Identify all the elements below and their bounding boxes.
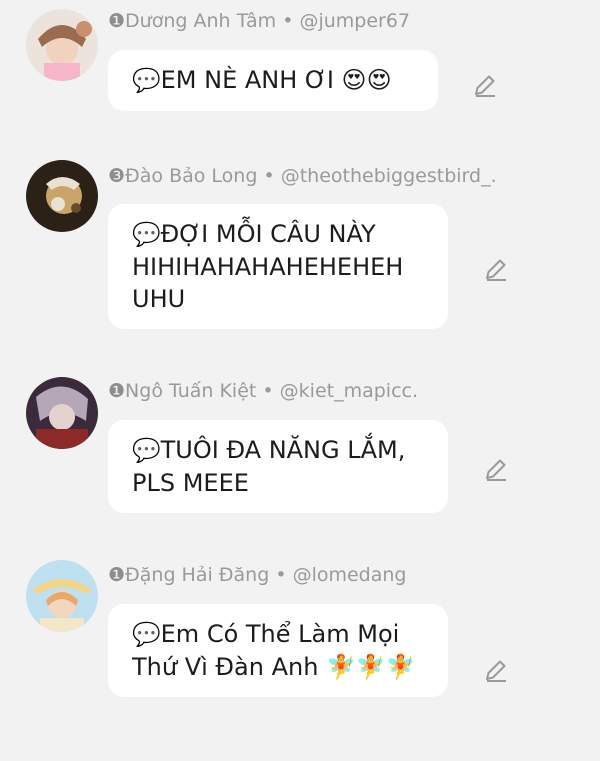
author-handle[interactable]: @lomedang	[293, 564, 407, 586]
avatar[interactable]	[26, 377, 98, 449]
meta-separator: •	[256, 380, 280, 402]
pencil-edit-icon[interactable]	[483, 256, 509, 282]
comment-bubble: 💬TUÔI ĐA NĂNG LẮM, PLS MEEE	[108, 420, 448, 513]
comment-text: EM NÈ ANH ƠI 😍😍	[160, 66, 392, 94]
comment-meta: ❶Đặng Hải Đăng • @lomedang	[108, 564, 407, 586]
speech-balloon-icon: 💬	[132, 438, 161, 464]
comment-text: TUÔI ĐA NĂNG LẮM, PLS MEEE	[132, 436, 406, 497]
avatar[interactable]	[26, 9, 98, 81]
avatar[interactable]	[26, 560, 98, 632]
author-name[interactable]: Đặng Hải Đăng	[125, 564, 269, 586]
comment-meta: ❸Đào Bảo Long • @theothebiggestbird_.	[108, 165, 497, 187]
comment-text: Em Có Thể Làm Mọi Thứ Vì Đàn Anh 🧚🧚🧚	[132, 620, 416, 681]
avatar[interactable]	[26, 160, 98, 232]
speech-balloon-icon: 💬	[132, 68, 161, 94]
comment-meta: ❶Ngô Tuấn Kiệt • @kiet_mapicc.	[108, 380, 418, 402]
author-handle[interactable]: @jumper67	[299, 10, 410, 32]
comment-bubble: 💬Em Có Thể Làm Mọi Thứ Vì Đàn Anh 🧚🧚🧚	[108, 604, 448, 697]
pencil-edit-icon[interactable]	[483, 657, 509, 683]
comment-meta: ❶Dương Anh Tâm • @jumper67	[108, 10, 410, 32]
rank-badge: ❶	[108, 564, 126, 586]
meta-separator: •	[269, 564, 293, 586]
speech-balloon-icon: 💬	[132, 622, 161, 648]
meta-separator: •	[276, 10, 300, 32]
pencil-edit-icon[interactable]	[472, 72, 498, 98]
author-name[interactable]: Đào Bảo Long	[125, 165, 257, 187]
rank-badge: ❶	[108, 380, 126, 402]
pencil-edit-icon[interactable]	[483, 456, 509, 482]
rank-badge: ❶	[108, 10, 126, 32]
author-name[interactable]: Dương Anh Tâm	[125, 10, 276, 32]
comment-text: ĐỢI MỖI CÂU NÀY HIHIHAHAHAHEHEHEH UHU	[132, 220, 404, 313]
comment-bubble: 💬ĐỢI MỖI CÂU NÀY HIHIHAHAHAHEHEHEH UHU	[108, 204, 448, 329]
meta-separator: •	[257, 165, 281, 187]
comment-bubble: 💬EM NÈ ANH ƠI 😍😍	[108, 50, 438, 111]
speech-balloon-icon: 💬	[132, 222, 161, 248]
rank-badge: ❸	[108, 165, 126, 187]
author-handle[interactable]: @kiet_mapicc.	[280, 380, 418, 402]
author-name[interactable]: Ngô Tuấn Kiệt	[125, 380, 256, 402]
author-handle[interactable]: @theothebiggestbird_.	[281, 165, 497, 187]
